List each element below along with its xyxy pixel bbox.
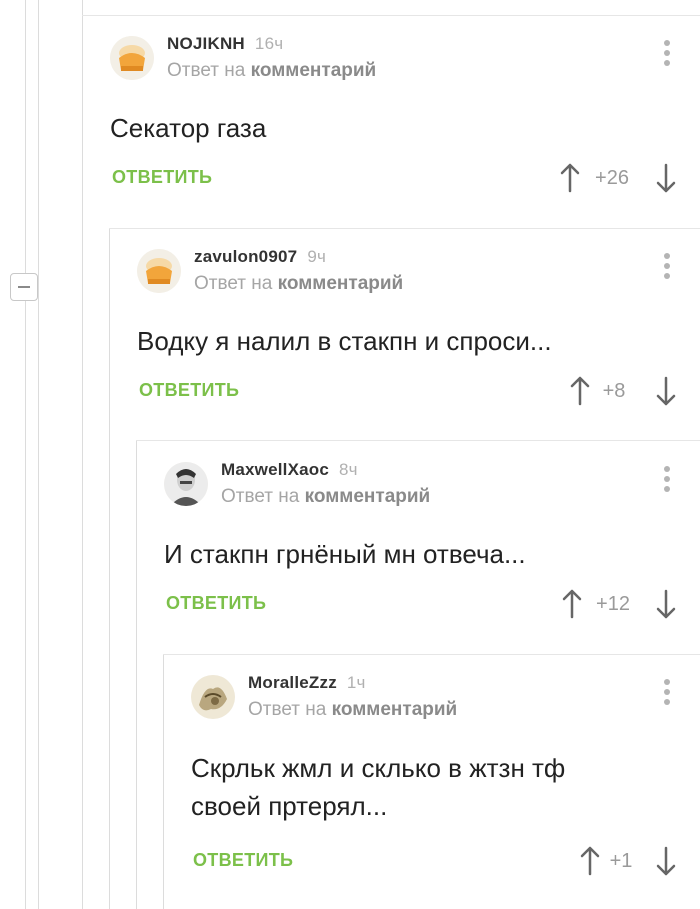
collapse-thread-button[interactable] [10, 273, 38, 301]
portrait-photo [164, 462, 208, 506]
reply-to: Ответ на комментарий [167, 60, 377, 81]
comment-text-line: своей пртерял... [191, 791, 388, 821]
upvote-arrow-icon[interactable] [560, 163, 580, 193]
downvote-arrow-icon[interactable] [656, 376, 676, 406]
reply-to-link[interactable]: комментарий [251, 60, 377, 81]
cap-icon [110, 36, 154, 80]
more-menu-icon[interactable] [662, 40, 672, 70]
comment-time: 8ч [339, 460, 358, 479]
author-name[interactable]: MoralleZzz 1ч [248, 673, 366, 693]
upvote-arrow-icon[interactable] [570, 376, 590, 406]
comment-text: Скрльк жмл и склько в жтзн тф своей прте… [191, 749, 565, 825]
reply-to-link[interactable]: комментарий [278, 273, 404, 294]
downvote-arrow-icon[interactable] [656, 163, 676, 193]
reply-button[interactable]: ОТВЕТИТЬ [139, 380, 239, 401]
reply-to: Ответ на комментарий [194, 273, 404, 294]
vote-controls: +8 [570, 376, 680, 406]
downvote-arrow-icon[interactable] [656, 589, 676, 619]
reply-to: Ответ на комментарий [248, 699, 458, 720]
upvote-arrow-icon[interactable] [580, 846, 600, 876]
vote-score: +1 [609, 850, 633, 872]
comment-time: 16ч [254, 34, 284, 53]
upvote-arrow-icon[interactable] [562, 589, 582, 619]
vote-score: +26 [595, 167, 629, 189]
reply-button[interactable]: ОТВЕТИТЬ [166, 593, 266, 614]
reply-to-link[interactable]: комментарий [332, 699, 458, 720]
more-menu-icon[interactable] [662, 253, 672, 283]
comment: zavulon0907 9ч Ответ на комментарий Водку… [137, 243, 700, 413]
comment: MoralleZzz 1ч Ответ на комментарий Скрльк… [191, 669, 700, 884]
author-name[interactable]: NOJIKNH 16ч [167, 34, 283, 54]
avatar[interactable] [110, 36, 154, 80]
vote-score: +8 [602, 380, 626, 402]
avatar[interactable] [164, 462, 208, 506]
comment: NOJIKNH 16ч Ответ на комментарий Секатор … [110, 30, 700, 200]
comment-text: Секатор газа [110, 113, 267, 143]
comment-time: 1ч [346, 673, 366, 692]
more-menu-icon[interactable] [662, 679, 672, 709]
reply-to: Ответ на комментарий [221, 486, 431, 507]
vote-controls: +26 [560, 163, 680, 193]
more-menu-icon[interactable] [662, 466, 672, 496]
thread-divider [82, 15, 700, 16]
cap-icon [137, 249, 181, 293]
comment-text: Водку я налил в стакпн и спроси... [137, 326, 552, 356]
thread-line [38, 0, 39, 909]
comment-text: И стакпн грнёный мн отвеча... [164, 539, 526, 569]
thread-divider [163, 654, 700, 655]
reply-to-link[interactable]: комментарий [305, 486, 431, 507]
downvote-arrow-icon[interactable] [656, 846, 676, 876]
sketch-photo [191, 675, 235, 719]
vote-controls: +1 [580, 846, 680, 876]
avatar[interactable] [137, 249, 181, 293]
comment: MaxwellXaoc 8ч Ответ на комментарий И ста… [164, 456, 700, 626]
thread-line [25, 0, 26, 909]
thread-line [136, 440, 137, 909]
author-name[interactable]: MaxwellXaoc 8ч [221, 460, 358, 480]
comment-text-line: Скрльк жмл и склько в жтзн тф [191, 753, 566, 783]
thread-divider [109, 228, 700, 229]
thread-line [163, 654, 164, 909]
reply-button[interactable]: ОТВЕТИТЬ [193, 850, 293, 871]
avatar[interactable] [191, 675, 235, 719]
thread-line [109, 228, 110, 909]
thread-line [82, 0, 83, 909]
author-name[interactable]: zavulon0907 9ч [194, 247, 326, 267]
vote-controls: +12 [562, 589, 680, 619]
vote-score: +12 [596, 593, 630, 615]
comment-time: 9ч [307, 247, 327, 266]
thread-divider [136, 440, 700, 441]
reply-button[interactable]: ОТВЕТИТЬ [112, 167, 212, 188]
